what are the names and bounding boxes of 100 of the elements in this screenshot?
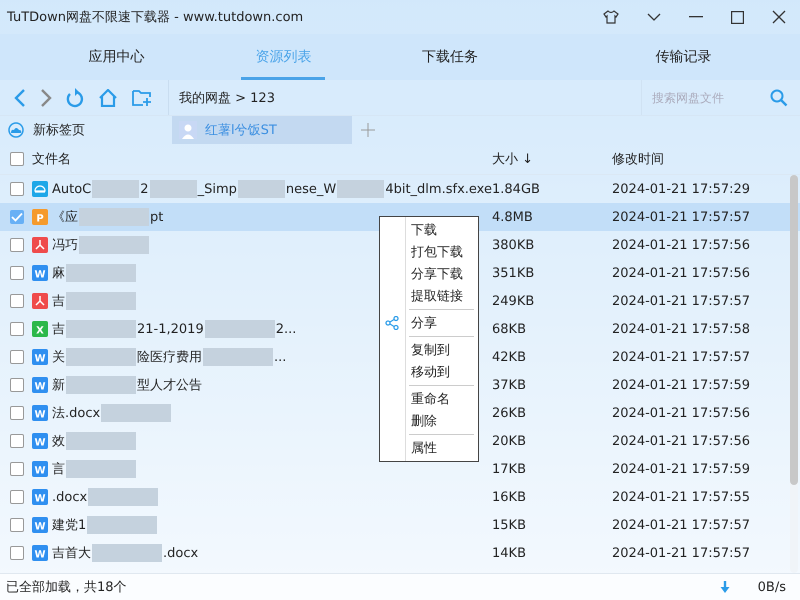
checkbox[interactable] [10, 434, 24, 448]
column-header[interactable]: 修改时间 [612, 150, 772, 168]
checkbox[interactable] [10, 322, 24, 336]
file-badge-icon: W [32, 405, 48, 421]
blurred-region [79, 236, 149, 254]
file-name: 吉 [52, 293, 65, 310]
blurred-region [238, 180, 285, 198]
blurred-region [66, 292, 136, 310]
modified-time: 2024-01-21 17:57:56 [612, 406, 752, 420]
file-name: 险医疗费用 [137, 349, 202, 366]
blurred-region [101, 404, 172, 422]
file-size: 351KB [492, 266, 536, 280]
blurred-region [66, 264, 136, 282]
checkbox[interactable] [10, 490, 24, 504]
checkbox[interactable] [10, 378, 24, 392]
file-name: 4bit_dlm.sfx.exe [385, 182, 492, 196]
menu-item[interactable]: 删除 [380, 410, 478, 432]
menu-item[interactable]: 属性 [380, 437, 478, 459]
nav-tab[interactable]: 传输记录 [566, 34, 800, 80]
blurred-region [88, 488, 158, 506]
blurred-region [92, 180, 140, 198]
modified-time: 2024-01-21 17:57:57 [612, 294, 752, 308]
checkbox[interactable] [10, 462, 24, 476]
checkbox[interactable] [10, 546, 24, 560]
file-name: pt [150, 210, 164, 224]
status-text: 已全部加载，共18个 [6, 579, 127, 596]
blurred-region [66, 432, 136, 450]
file-badge-icon: W [32, 545, 48, 561]
minimize-icon[interactable] [689, 16, 703, 18]
search-field[interactable]: 搜索网盘文件 [650, 90, 764, 106]
file-name: 关 [52, 349, 65, 366]
shirt-icon[interactable] [603, 10, 619, 24]
file-size: 37KB [492, 378, 527, 392]
modified-time: 2024-01-21 17:57:57 [612, 518, 752, 532]
column-header[interactable]: 文件名 [32, 150, 492, 168]
chevron-down-icon[interactable] [647, 13, 661, 21]
file-size: 20KB [492, 434, 527, 448]
file-name: .docx [52, 490, 88, 504]
back-icon[interactable] [14, 88, 26, 106]
checkbox[interactable] [10, 350, 24, 364]
file-size: 16KB [492, 490, 527, 504]
file-size: 26KB [492, 406, 527, 420]
nav-tab[interactable]: 应用中心 [0, 34, 234, 80]
checkbox[interactable] [10, 294, 24, 308]
checkbox[interactable] [10, 518, 24, 532]
download-speed: 0B/s [758, 580, 786, 594]
file-badge-icon: W [32, 517, 48, 533]
blurred-region [87, 516, 158, 534]
blurred-region [337, 180, 384, 198]
checkbox[interactable] [10, 182, 24, 196]
menu-item[interactable]: 分享 [380, 312, 478, 334]
modified-time: 2024-01-21 17:57:59 [612, 462, 752, 476]
add-tab-icon[interactable] [361, 123, 375, 137]
file-badge-icon: W [32, 265, 48, 281]
modified-time: 2024-01-21 17:57:29 [612, 182, 752, 196]
blurred-region [92, 544, 162, 562]
column-header[interactable]: 大小 ↓ [492, 150, 612, 168]
blurred-region [66, 376, 136, 394]
menu-item[interactable]: 分享下载 [380, 263, 478, 285]
checkbox[interactable] [10, 238, 24, 252]
select-all-checkbox[interactable] [10, 152, 24, 166]
modified-time: 2024-01-21 17:57:56 [612, 266, 752, 280]
refresh-icon[interactable] [66, 88, 84, 108]
close-icon[interactable] [772, 10, 786, 24]
file-icon [32, 237, 48, 253]
checkbox[interactable] [10, 266, 24, 280]
search-icon[interactable] [770, 88, 788, 106]
file-size: 14KB [492, 546, 527, 560]
blurred-region [79, 208, 149, 226]
checkbox[interactable] [10, 210, 24, 224]
blurred-region [150, 180, 197, 198]
modified-time: 2024-01-21 17:57:55 [612, 490, 752, 504]
page-tab[interactable]: 新标签页 [0, 116, 172, 144]
download-arrow-icon [720, 581, 730, 593]
file-badge-icon: P [32, 209, 48, 225]
maximize-icon[interactable] [731, 10, 744, 24]
file-size: 17KB [492, 462, 527, 476]
blurred-region [66, 320, 136, 338]
modified-time: 2024-01-21 17:57:56 [612, 434, 752, 448]
file-name: 建党1 [52, 517, 86, 534]
forward-icon[interactable] [40, 88, 52, 106]
file-size: 4.8MB [492, 210, 534, 224]
menu-item[interactable]: 打包下载 [380, 241, 478, 263]
home-icon[interactable] [98, 88, 118, 106]
file-badge-icon: W [32, 433, 48, 449]
menu-item[interactable]: 复制到 [380, 339, 478, 361]
checkbox[interactable] [10, 406, 24, 420]
nav-tab[interactable]: 下载任务 [333, 34, 567, 80]
modified-time: 2024-01-21 17:57:57 [612, 350, 752, 364]
menu-item[interactable]: 提取链接 [380, 285, 478, 307]
file-name: nese_W [286, 182, 336, 196]
new-folder-icon[interactable] [132, 89, 152, 106]
menu-item[interactable]: 下载 [380, 219, 478, 241]
menu-item[interactable]: 移动到 [380, 361, 478, 383]
file-name: _Simp [198, 182, 237, 196]
menu-item[interactable]: 重命名 [380, 388, 478, 410]
file-name: 麻 [52, 265, 65, 282]
file-badge-icon: W [32, 489, 48, 505]
file-name: 型人才公告 [137, 377, 202, 394]
scrollbar[interactable] [790, 175, 798, 573]
